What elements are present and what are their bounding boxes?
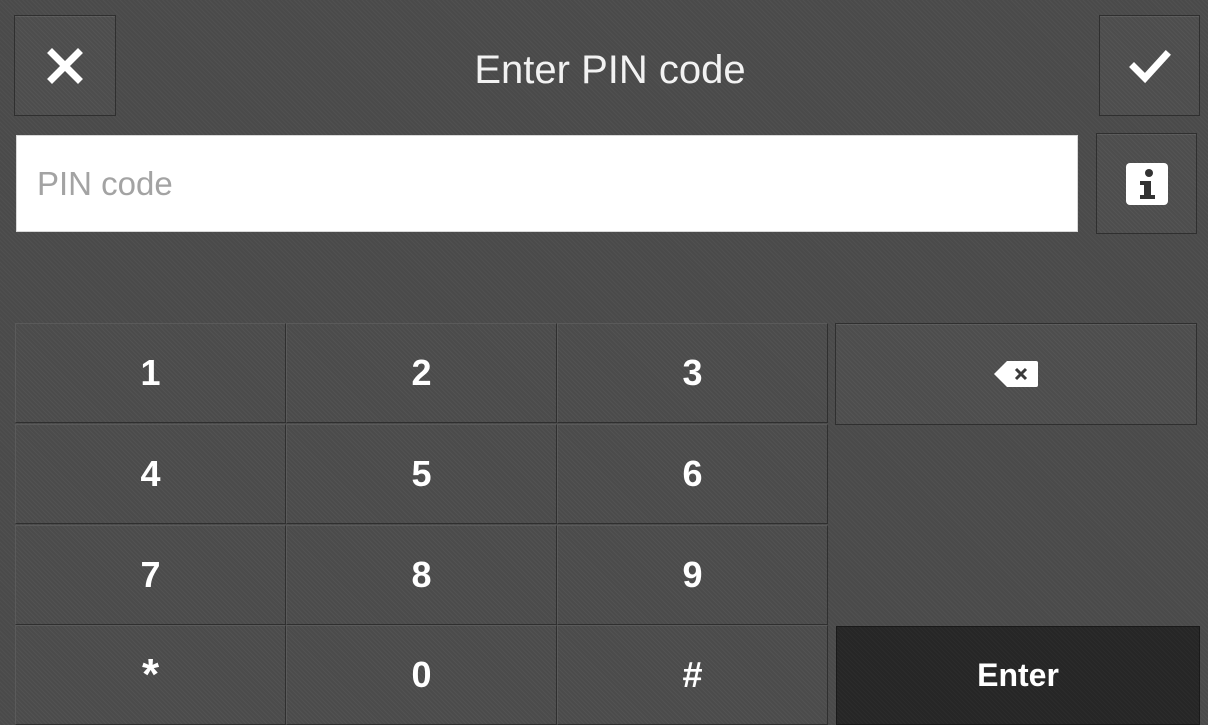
info-button[interactable] xyxy=(1096,133,1197,234)
backspace-button[interactable] xyxy=(835,323,1197,425)
info-icon xyxy=(1125,162,1169,206)
key-8[interactable]: 8 xyxy=(286,525,557,625)
key-2[interactable]: 2 xyxy=(286,323,557,423)
key-star[interactable]: * xyxy=(15,625,286,725)
key-7[interactable]: 7 xyxy=(15,525,286,625)
dialog-title: Enter PIN code xyxy=(474,47,746,92)
key-3[interactable]: 3 xyxy=(557,323,828,423)
key-1[interactable]: 1 xyxy=(15,323,286,423)
pin-code-input[interactable] xyxy=(16,135,1078,232)
key-9[interactable]: 9 xyxy=(557,525,828,625)
checkmark-icon xyxy=(1128,48,1171,84)
numeric-keypad: 1 2 3 4 5 6 7 8 9 * 0 # xyxy=(15,323,828,725)
key-6[interactable]: 6 xyxy=(557,424,828,524)
backspace-icon xyxy=(993,360,1039,388)
cancel-button[interactable] xyxy=(14,15,116,116)
enter-button[interactable]: Enter xyxy=(836,626,1200,725)
close-icon xyxy=(45,46,85,86)
key-0[interactable]: 0 xyxy=(286,625,557,725)
key-4[interactable]: 4 xyxy=(15,424,286,524)
confirm-button[interactable] xyxy=(1099,15,1200,116)
key-5[interactable]: 5 xyxy=(286,424,557,524)
pin-entry-dialog: Enter PIN code 1 2 3 4 5 6 7 8 9 * 0 # xyxy=(0,0,1208,725)
key-hash[interactable]: # xyxy=(557,625,828,725)
